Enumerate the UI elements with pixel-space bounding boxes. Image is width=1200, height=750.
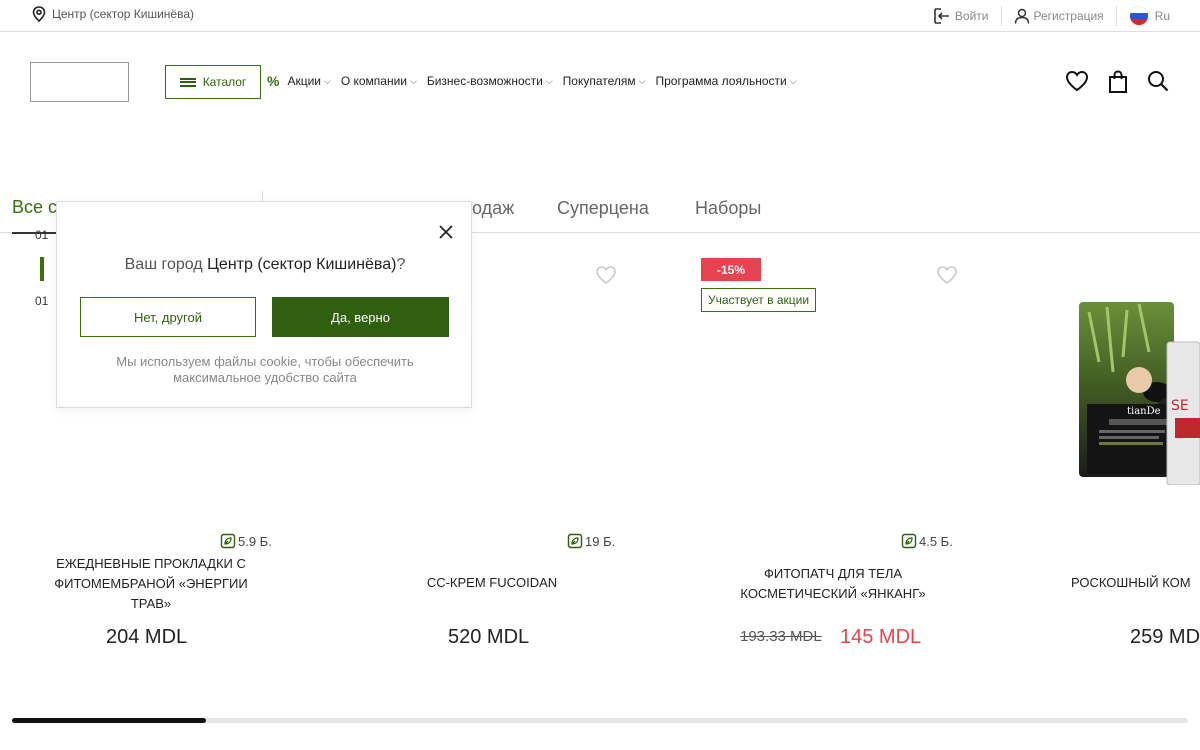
points-value: 5.9 Б. <box>238 533 272 549</box>
old-price: 193.33 MDL <box>740 628 822 645</box>
menu-icon <box>179 77 196 87</box>
login-icon <box>934 7 949 24</box>
close-icon[interactable] <box>438 224 454 240</box>
percent-icon: % <box>267 73 280 89</box>
nav-item-promotions[interactable]: Акции ⌵ <box>287 74 330 88</box>
product-price: 520 MDL <box>448 626 530 648</box>
nav-item-loyalty[interactable]: Программа лояльности ⌵ <box>655 74 796 88</box>
promo-badge: Участвует в акции <box>701 288 817 312</box>
map-pin-icon <box>32 6 46 22</box>
favorite-heart-icon[interactable] <box>595 265 617 285</box>
nav-item-customers[interactable]: Покупателям ⌵ <box>563 74 646 88</box>
cookie-note: Мы используем файлы cookie, чтобы обеспе… <box>116 354 414 385</box>
product-title[interactable]: РОСКОШНЫЙ КОМ <box>1071 573 1200 593</box>
tab-all[interactable]: Все с <box>12 197 57 218</box>
search-icon[interactable] <box>1147 70 1169 92</box>
product-title[interactable]: ЕЖЕДНЕВНЫЕ ПРОКЛАДКИ С ФИТОМЕМБРАНОЙ «ЭН… <box>40 554 262 614</box>
bag-icon[interactable] <box>1108 70 1128 94</box>
product-title[interactable]: ФИТОПАТЧ ДЛЯ ТЕЛА КОСМЕТИЧЕСКИЙ «ЯНКАНГ» <box>722 564 944 604</box>
nav-item-about[interactable]: О компании ⌵ <box>341 74 417 88</box>
catalog-button[interactable]: Каталог <box>165 65 261 99</box>
question-suffix: ? <box>396 256 406 273</box>
favorite-heart-icon[interactable] <box>936 265 958 285</box>
question-prefix: Ваш город <box>124 256 208 273</box>
user-icon <box>1014 8 1029 24</box>
leaf-points-icon <box>567 533 583 549</box>
nav-label: О компании <box>340 74 408 88</box>
leaf-points-icon <box>220 533 236 549</box>
svg-text:SE: SE <box>1171 398 1189 414</box>
leaf-points-icon <box>901 533 917 549</box>
product-price: 259 MD <box>1130 626 1200 648</box>
tab-superprice[interactable]: Суперцена <box>557 198 649 219</box>
brand-text: tianDe <box>1127 406 1161 417</box>
nav-label: Покупателям <box>562 74 636 88</box>
chevron-down-icon: ⌵ <box>638 75 646 86</box>
city-question: Ваш город Центр (сектор Кишинёва)? <box>57 256 473 274</box>
product-title[interactable]: CC-КРЕМ FUCOIDAN <box>392 573 592 593</box>
points-value: 4.5 Б. <box>919 533 953 549</box>
slide-counter-top: 01 <box>35 228 49 242</box>
nav-label: Программа лояльности <box>655 74 787 88</box>
location-selector[interactable]: Центр (сектор Кишинёва) <box>32 6 194 22</box>
discount-badge: -15% <box>701 258 761 281</box>
top-bar: Центр (сектор Кишинёва) Войти Регистраци… <box>0 0 1200 32</box>
login-label: Войти <box>954 8 989 23</box>
nav-item-business[interactable]: Бизнес-возможности ⌵ <box>427 74 553 88</box>
account-links: Войти Регистрация Ru <box>933 0 1200 31</box>
bonus-points: 19 Б. <box>567 533 615 549</box>
login-link[interactable]: Войти <box>933 6 1001 26</box>
catalog-label: Каталог <box>202 75 247 89</box>
points-value: 19 Б. <box>585 533 616 549</box>
slide-progress-bar <box>40 257 44 281</box>
nav-label: Бизнес-возможности <box>426 74 543 88</box>
main-nav: % Акции ⌵ О компании ⌵ Бизнес-возможности ⌵… <box>267 73 807 89</box>
register-label: Регистрация <box>1033 8 1104 23</box>
tab-sets[interactable]: Наборы <box>695 198 761 219</box>
city-name: Центр (сектор Кишинёва) <box>207 256 397 273</box>
product-price: 204 MDL <box>106 626 188 648</box>
language-label: Ru <box>1154 8 1170 23</box>
bonus-points: 5.9 Б. <box>220 533 272 549</box>
language-selector[interactable]: Ru <box>1117 5 1200 26</box>
location-text: Центр (сектор Кишинёва) <box>52 7 195 21</box>
chevron-down-icon: ⌵ <box>545 75 553 86</box>
slide-counter-bottom: 01 <box>35 294 49 308</box>
chevron-down-icon: ⌵ <box>789 75 797 86</box>
product-image[interactable]: tianDe SE <box>1079 302 1200 485</box>
register-link[interactable]: Регистрация <box>1002 6 1116 26</box>
chevron-down-icon: ⌵ <box>410 75 417 86</box>
choose-other-city-button[interactable]: Нет, другой <box>80 297 256 337</box>
chevron-down-icon: ⌵ <box>324 75 331 86</box>
russia-flag-icon <box>1128 5 1149 26</box>
city-confirm-popup: Ваш город Центр (сектор Кишинёва)? Нет, … <box>56 201 472 408</box>
discounted-price: 145 MDL <box>840 626 922 648</box>
nav-label: Акции <box>287 74 321 88</box>
bonus-points: 4.5 Б. <box>901 533 953 549</box>
logo[interactable] <box>30 62 129 102</box>
confirm-city-button[interactable]: Да, верно <box>272 297 449 337</box>
heart-icon[interactable] <box>1065 70 1089 92</box>
carousel-scrollbar-thumb[interactable] <box>12 718 206 723</box>
